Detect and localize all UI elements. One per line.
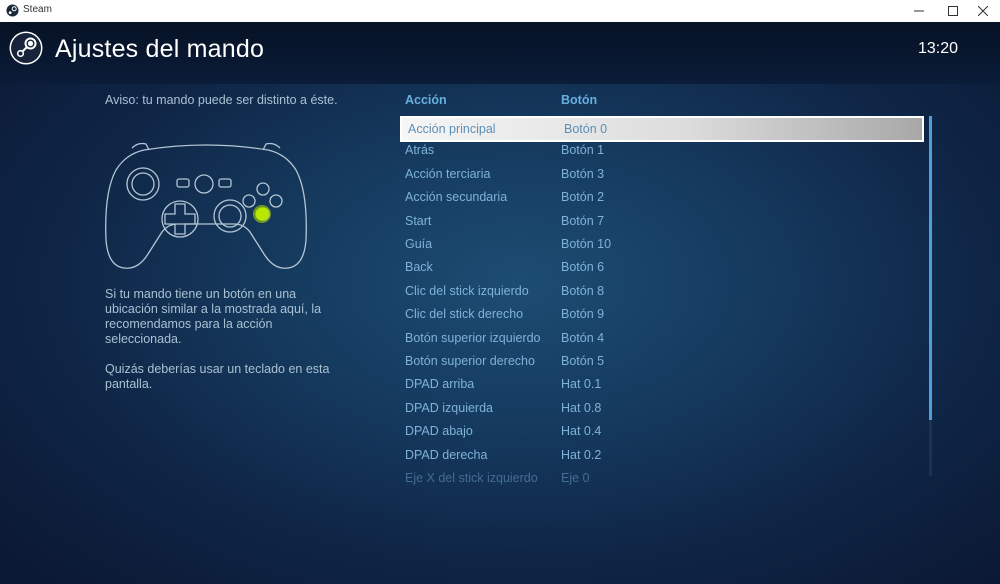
mapping-row-selected[interactable]: Acción principal Botón 0 [400,116,924,142]
mapping-button-value: Hat 0.8 [561,400,602,415]
mapping-list[interactable]: Acción principal Botón 0 Atrás Botón 1 Acció… [400,116,926,488]
mapping-button-value: Botón 6 [561,260,605,275]
mapping-row[interactable]: Atrás Botón 1 [400,139,924,163]
mapping-action-label: Botón superior izquierdo [405,330,541,345]
mapping-row[interactable]: Back Botón 6 [400,256,924,280]
header-bar: Ajustes del mando 13:20 [0,22,1000,84]
mapping-button-value: Botón 9 [561,307,605,322]
mapping-action-label: Eje X del stick izquierdo [405,471,538,485]
mapping-action-label: Guía [405,237,433,251]
mapping-button-value: Botón 10 [561,237,612,251]
mapping-action-label: DPAD derecha [405,447,488,462]
mapping-action-label: Atrás [405,143,435,158]
keyboard-hint: Quizás deberías usar un teclado en esta … [105,362,330,391]
column-header-action: Acción [405,93,447,107]
mapping-row[interactable]: DPAD arriba Hat 0.1 [400,373,924,397]
window-title: Steam [23,4,52,15]
minimize-button[interactable] [902,0,936,22]
scrollbar-thumb[interactable] [929,116,932,420]
mapping-button-value: Botón 0 [564,122,608,136]
clock: 13:20 [918,40,959,57]
mapping-button-value: Botón 7 [561,213,605,228]
close-icon [978,6,988,16]
close-button[interactable] [966,0,1000,22]
mapping-action-label: Start [405,213,432,228]
mapping-button-value: Botón 3 [561,166,605,181]
mapping-action-label: Clic del stick izquierdo [405,283,529,298]
mapping-action-label: Acción secundaria [405,190,508,205]
mapping-button-value: Botón 2 [561,190,605,205]
maximize-button[interactable] [936,0,970,22]
gamepad-illustration [105,142,307,269]
mapping-row[interactable]: Acción terciaria Botón 3 [400,163,924,187]
mapping-row[interactable]: Start Botón 7 [400,210,924,234]
mapping-action-label: DPAD izquierda [405,400,494,415]
mapping-row[interactable]: Botón superior izquierdo Botón 4 [400,327,924,351]
mapping-row[interactable]: Guía Botón 10 [400,233,924,257]
mapping-button-value: Botón 8 [561,283,605,298]
mapping-button-value: Botón 5 [561,354,605,368]
mapping-button-value: Botón 4 [561,330,605,345]
controller-advice: Si tu mando tiene un botón en una ubicac… [105,287,322,346]
mapping-row[interactable]: Botón superior derecho Botón 5 [400,350,924,374]
controller-notice: Aviso: tu mando puede ser distinto a ést… [105,93,338,107]
mapping-action-label: Acción principal [408,122,496,136]
column-header-button: Botón [561,93,598,107]
maximize-icon [948,6,958,16]
mapping-row[interactable]: DPAD izquierda Hat 0.8 [400,397,924,421]
mapping-action-label: Back [405,260,433,275]
mapping-action-label: DPAD arriba [405,377,475,392]
mapping-button-value: Hat 0.2 [561,447,602,462]
mapping-row[interactable]: DPAD abajo Hat 0.4 [400,420,924,444]
steam-logo-icon[interactable] [9,31,43,65]
mapping-button-value: Eje 0 [561,471,590,485]
mapping-row[interactable]: Clic del stick derecho Botón 9 [400,303,924,327]
mapping-button-value: Hat 0.4 [561,424,602,439]
mapping-row[interactable]: DPAD derecha Hat 0.2 [400,444,924,468]
mapping-row[interactable]: Eje X del stick izquierdo Eje 0 [400,467,924,488]
window-titlebar: Steam [0,0,1000,23]
mapping-row[interactable]: Acción secundaria Botón 2 [400,186,924,210]
page-title: Ajustes del mando [55,35,265,63]
mapping-row[interactable]: Clic del stick izquierdo Botón 8 [400,280,924,304]
mapping-button-value: Hat 0.1 [561,377,602,392]
steam-icon [6,4,19,17]
mapping-action-label: Botón superior derecho [405,354,535,368]
mapping-action-label: Clic del stick derecho [405,307,524,322]
minimize-icon [914,10,924,12]
mapping-action-label: Acción terciaria [405,166,491,181]
mapping-action-label: DPAD abajo [405,424,473,439]
mapping-button-value: Botón 1 [561,143,605,158]
big-picture-screen: Ajustes del mando 13:20 Aviso: tu mando … [0,22,1000,584]
